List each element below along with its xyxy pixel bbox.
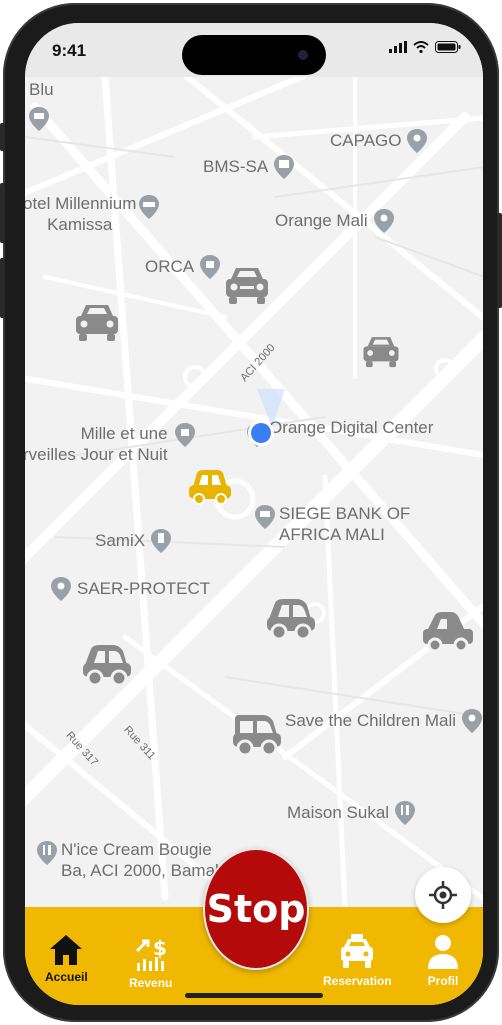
status-time: 9:41	[52, 41, 87, 60]
poi-mille-et-une[interactable]: Mille et une rveilles Jour et Nuit	[25, 423, 168, 466]
map-pin-icon	[373, 209, 394, 233]
car-side-icon[interactable]	[265, 597, 317, 643]
map-pin-icon	[274, 155, 295, 179]
dynamic-island	[182, 35, 326, 75]
taxi-car-icon[interactable]	[187, 469, 233, 509]
status-icons	[389, 41, 461, 53]
nav-label-revenu: Revenu	[129, 976, 173, 990]
poi-save-the-children[interactable]: Save the Children Mali	[285, 709, 483, 733]
car-side-icon[interactable]	[231, 713, 283, 759]
home-indicator	[185, 993, 323, 998]
car-front-icon[interactable]	[361, 333, 401, 373]
signal-icon	[389, 41, 407, 53]
poi-siege-bank-of-africa[interactable]: SIEGE BANK OF AFRICA MALI	[279, 503, 410, 546]
current-location-dot-icon	[248, 420, 274, 446]
volume-down-button	[0, 258, 5, 318]
poi-samix[interactable]: SamiX	[95, 529, 172, 553]
poi-orca[interactable]: ORCA	[145, 255, 221, 279]
poi-saer-protect[interactable]: SAER-PROTECT	[51, 577, 210, 601]
nav-item-revenu[interactable]: $ Revenu	[129, 933, 172, 990]
nav-label-profil: Profil	[427, 974, 459, 988]
bank-pin-icon	[255, 505, 275, 529]
poi-nice-cream[interactable]: N'ice Cream Bougie Ba, ACI 2000, Bamak	[61, 839, 224, 882]
nav-item-accueil[interactable]: Accueil	[45, 933, 88, 984]
revenue-chart-icon: $	[135, 936, 167, 971]
map-pin-icon	[51, 577, 71, 601]
gift-pin-icon	[175, 423, 195, 447]
poi-bms-sa[interactable]: BMS-SA	[203, 155, 295, 179]
poi-orange-digital-center[interactable]: Orange Digital Center	[269, 417, 433, 438]
crosshair-icon	[429, 881, 457, 909]
car-side-icon[interactable]	[421, 611, 475, 655]
recenter-location-button[interactable]	[415, 867, 471, 923]
battery-icon	[435, 41, 461, 53]
stop-button-label: Stop	[206, 887, 306, 931]
poi-blu[interactable]: Blu	[29, 79, 54, 100]
home-icon	[50, 935, 83, 965]
poi-capago[interactable]: CAPAGO	[330, 129, 428, 153]
poi-orange-mali[interactable]: Orange Mali	[275, 209, 394, 233]
volume-up-button	[0, 183, 5, 243]
restaurant-pin-icon	[395, 801, 416, 825]
map-pin-icon	[29, 107, 49, 131]
nav-label-reservation: Reservation	[323, 974, 392, 988]
car-front-icon[interactable]	[73, 301, 121, 347]
poi-hotel-millennium[interactable]: otel Millennium Kamissa	[25, 193, 136, 236]
status-bar: 9:41	[25, 23, 483, 77]
restaurant-pin-icon	[37, 841, 57, 865]
map-view[interactable]: Blu CAPAGO BMS-SA otel Millennium Kamiss…	[25, 77, 483, 907]
wifi-icon	[413, 41, 429, 53]
shopping-pin-icon	[200, 255, 221, 279]
power-button	[497, 213, 502, 308]
car-side-icon[interactable]	[81, 643, 133, 689]
person-icon	[428, 935, 458, 969]
silent-switch	[0, 123, 5, 151]
car-front-icon[interactable]	[223, 265, 271, 309]
svg-text:$: $	[153, 936, 167, 960]
nav-item-profil[interactable]: Profil	[425, 933, 461, 988]
nav-label-accueil: Accueil	[45, 970, 88, 984]
phone-frame: 9:41 Blu CAPAGO BMS-SA otel Millennium K…	[0, 3, 502, 1022]
phone-pin-icon	[151, 529, 172, 553]
stop-button[interactable]: Stop	[203, 848, 309, 970]
hotel-pin-icon	[139, 195, 159, 219]
map-pin-icon	[407, 129, 428, 153]
nav-item-reservation[interactable]: Reservation	[323, 933, 392, 988]
map-pin-icon	[462, 709, 483, 733]
screen: 9:41 Blu CAPAGO BMS-SA otel Millennium K…	[25, 23, 483, 1005]
taxi-icon	[341, 934, 374, 968]
poi-maison-sukal[interactable]: Maison Sukal	[287, 801, 416, 825]
